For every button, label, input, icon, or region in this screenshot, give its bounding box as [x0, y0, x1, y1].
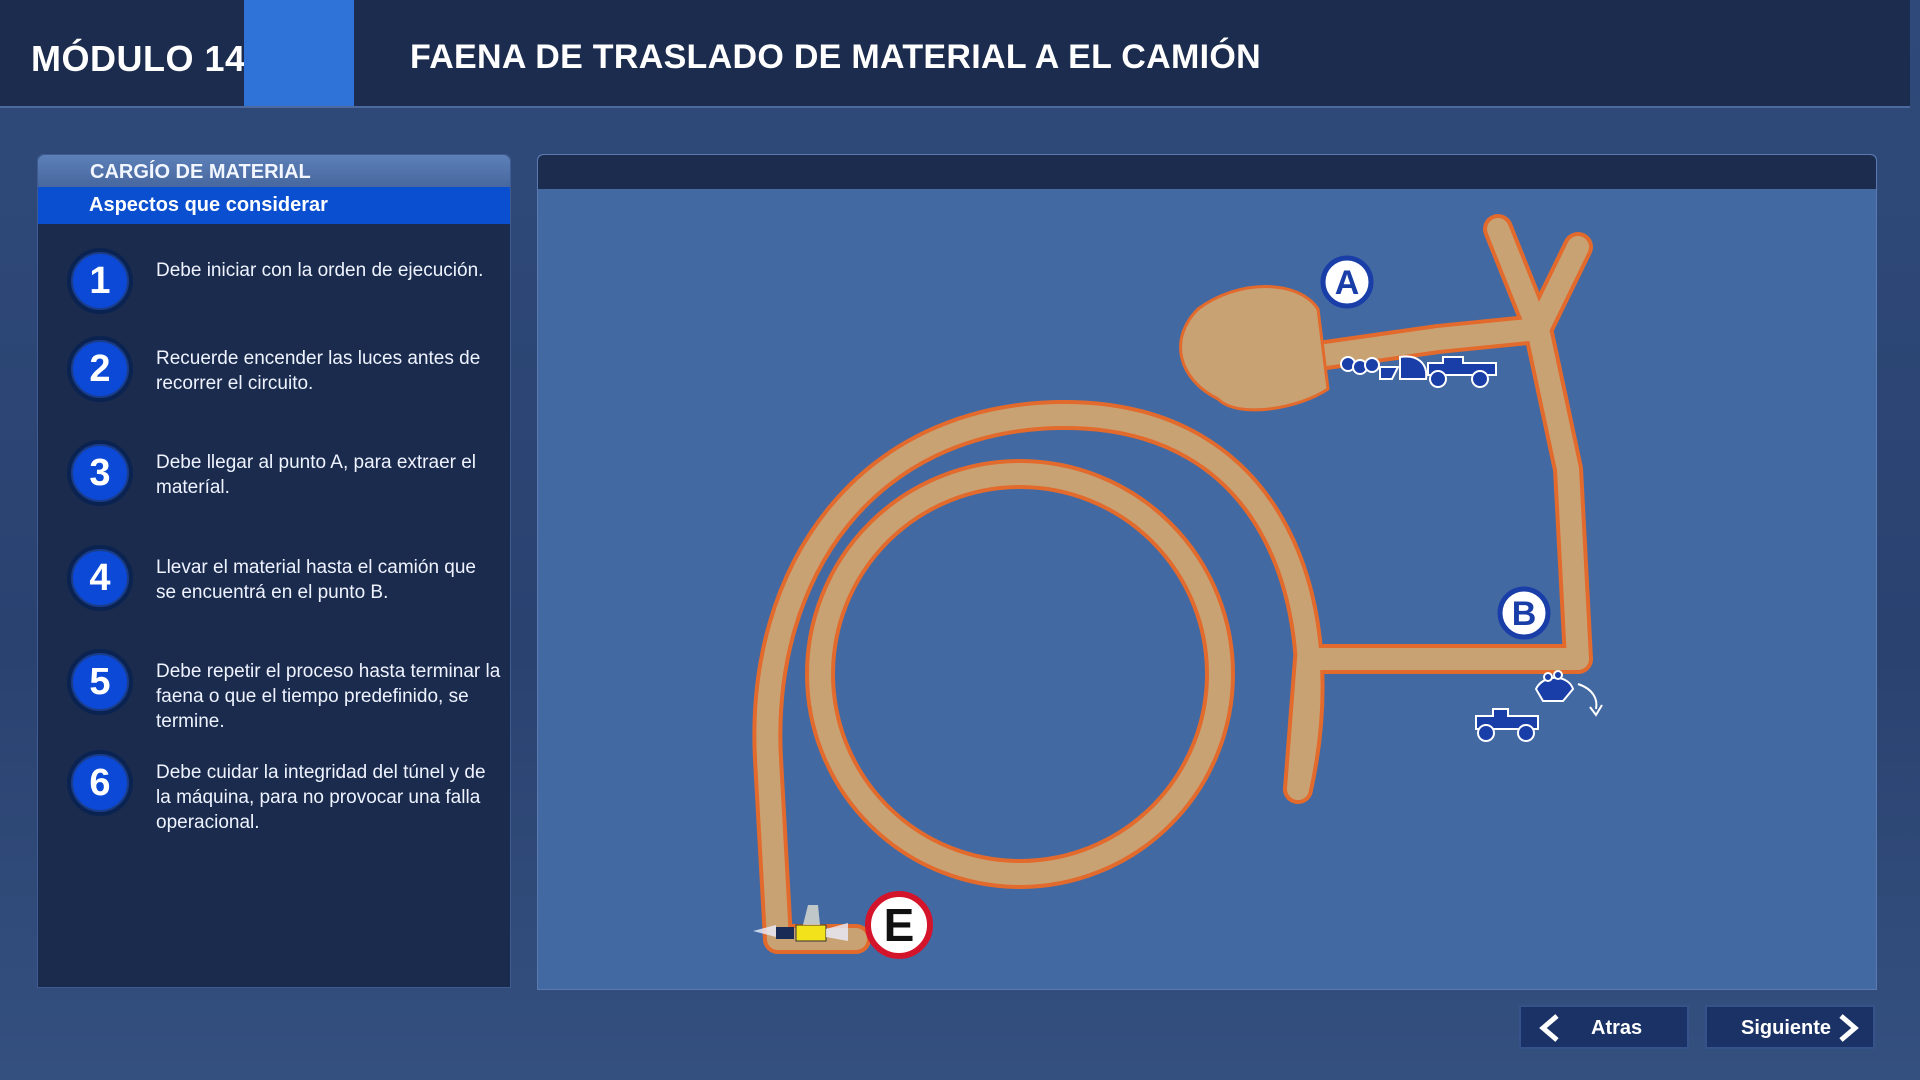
- instructions-panel: CARGÍO DE MATERIAL Aspectos que consider…: [37, 154, 511, 988]
- dump-icon: [1534, 670, 1603, 717]
- back-button[interactable]: Atras: [1519, 1005, 1689, 1049]
- chevron-left-icon: [1539, 1014, 1559, 1042]
- step-text: Debe cuidar la integridad del túnel y de…: [156, 762, 486, 833]
- step-item: 2 Recuerde encender las luces antes de r…: [67, 336, 497, 406]
- step-text: Debe llegar al punto A, para extraer el …: [156, 452, 477, 498]
- header-accent: [244, 0, 354, 106]
- back-button-label: Atras: [1591, 1017, 1643, 1039]
- point-e-marker: E: [865, 891, 933, 959]
- loader-icon: [1475, 708, 1539, 742]
- header-bar: MÓDULO 14 FAENA DE TRASLADO DE MATERIAL …: [0, 0, 1910, 108]
- step-text: Debe iniciar con la orden de ejecución.: [156, 260, 484, 281]
- point-b-label: B: [1512, 595, 1537, 633]
- point-e-label: E: [884, 899, 915, 951]
- step-text: Recuerde encender las luces antes de rec…: [156, 348, 481, 394]
- step-item: 1 Debe iniciar con la orden de ejecución…: [67, 248, 497, 318]
- module-label: MÓDULO 14: [31, 38, 246, 79]
- next-button[interactable]: Siguiente: [1705, 1005, 1875, 1049]
- next-button-label: Siguiente: [1741, 1017, 1832, 1039]
- page-title: FAENA DE TRASLADO DE MATERIAL A EL CAMIÓ…: [410, 38, 1261, 76]
- map-panel-header: [538, 155, 1876, 189]
- step-text: Debe repetir el proceso hasta terminar l…: [156, 661, 501, 732]
- map-panel: A B E: [537, 154, 1877, 990]
- step-item: 3 Debe llegar al punto A, para extraer e…: [67, 440, 497, 510]
- step-number: 3: [67, 440, 133, 506]
- truck-icon: [1399, 355, 1497, 388]
- step-item: 5 Debe repetir el proceso hasta terminar…: [67, 649, 500, 732]
- step-number: 2: [67, 336, 133, 402]
- point-b-marker: B: [1497, 586, 1551, 640]
- step-item: 4 Llevar el material hasta el camión que…: [67, 545, 497, 615]
- circuit-map: A B E: [752, 214, 1603, 959]
- panel-title: CARGÍO DE MATERIAL: [38, 155, 510, 187]
- step-number: 4: [67, 545, 133, 611]
- step-number: 6: [67, 750, 133, 816]
- point-a-marker: A: [1320, 255, 1374, 309]
- panel-subtitle: Aspectos que considerar: [38, 187, 510, 224]
- step-item: 6 Debe cuidar la integridad del túnel y …: [67, 750, 497, 833]
- chevron-right-icon: [1839, 1014, 1859, 1042]
- step-text: Llevar el material hasta el camión que s…: [156, 557, 477, 603]
- road-network: [752, 214, 1593, 954]
- step-number: 1: [67, 248, 133, 314]
- step-number: 5: [67, 649, 133, 715]
- point-a-label: A: [1335, 264, 1360, 302]
